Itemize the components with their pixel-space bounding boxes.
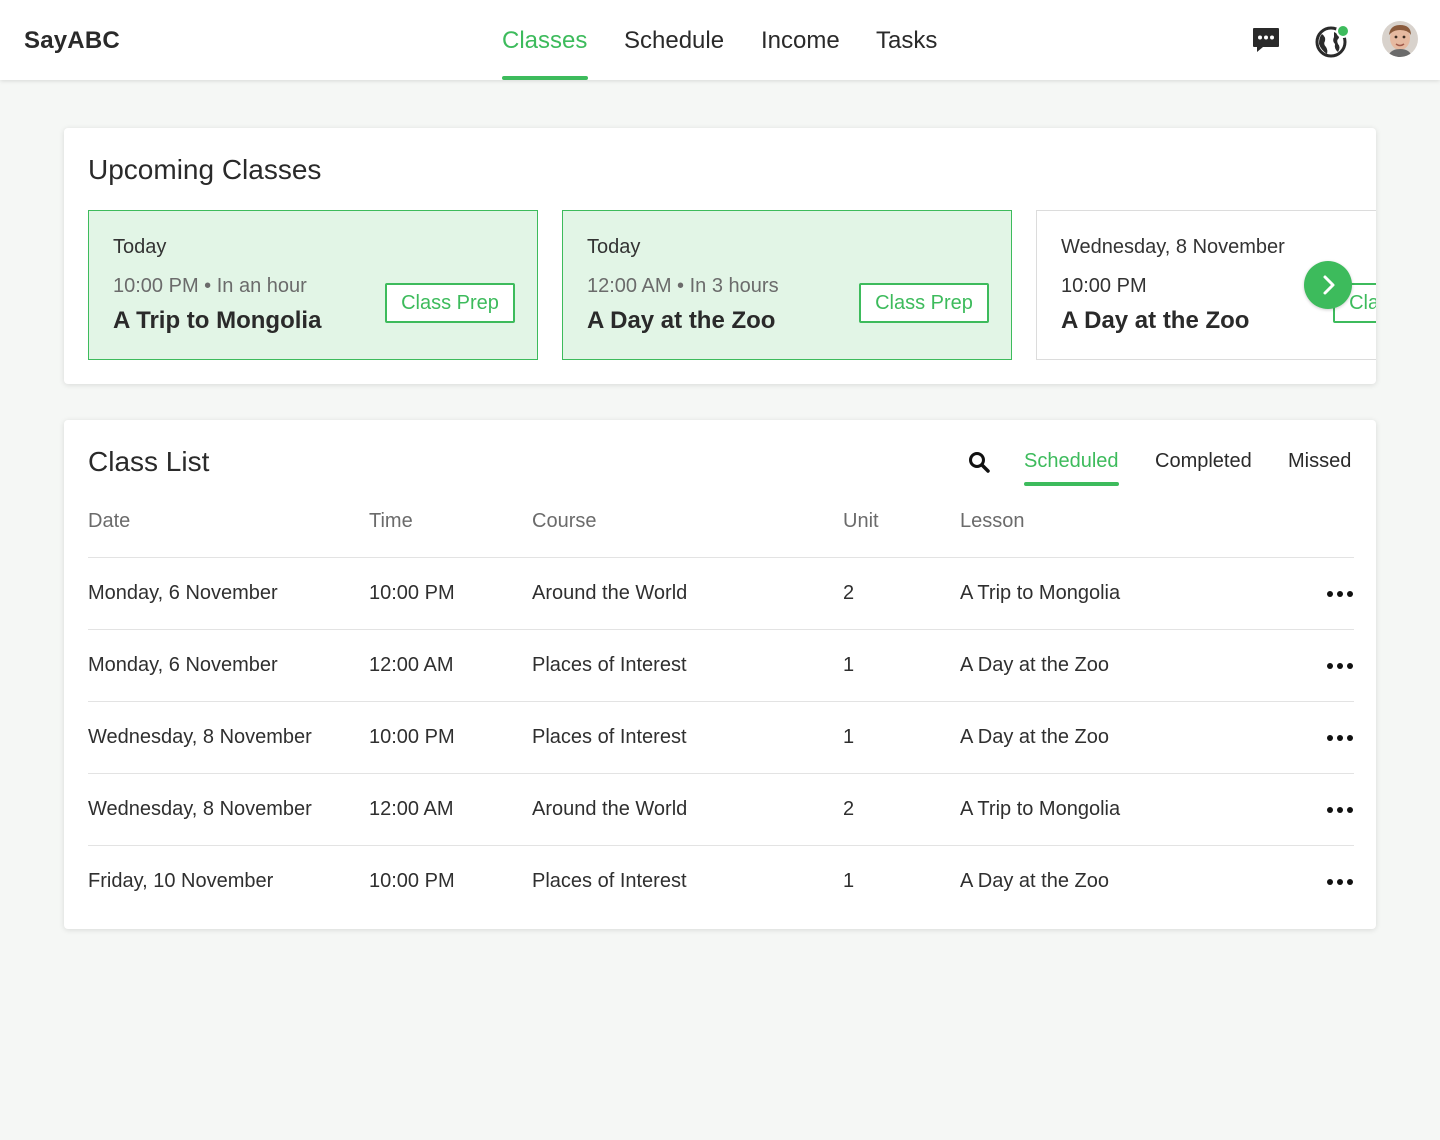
row-course: Places of Interest (532, 870, 687, 892)
row-time: 10:00 PM (369, 582, 455, 604)
row-course: Places of Interest (532, 654, 687, 676)
nav-tasks[interactable]: Tasks (876, 27, 937, 55)
row-time: 12:00 AM (369, 798, 454, 820)
table-row: Monday, 6 November 12:00 AM Places of In… (88, 630, 1354, 702)
row-date: Friday, 10 November (88, 870, 274, 892)
class-time: 10:00 PM • In an hour (113, 275, 307, 297)
upcoming-classes-title: Upcoming Classes (88, 154, 322, 185)
column-header-time: Time (369, 510, 413, 532)
table-row: Friday, 10 November 10:00 PM Places of I… (88, 846, 1354, 918)
row-date: Wednesday, 8 November (88, 726, 312, 748)
table-row: Wednesday, 8 November 10:00 PM Places of… (88, 702, 1354, 774)
class-day: Today (113, 236, 167, 258)
tab-missed[interactable]: Missed (1288, 450, 1351, 473)
upcoming-class-card[interactable]: Today 12:00 AM • In 3 hours A Day at the… (562, 210, 1012, 360)
nav-income[interactable]: Income (761, 27, 840, 55)
class-list-title: Class List (88, 446, 210, 477)
row-unit: 2 (843, 798, 855, 820)
row-lesson: A Trip to Mongolia (960, 798, 1121, 820)
more-options-icon[interactable] (1326, 728, 1354, 748)
tab-scheduled[interactable]: Scheduled (1024, 450, 1119, 473)
table-row: Wednesday, 8 November 12:00 AM Around th… (88, 774, 1354, 846)
row-course: Around the World (532, 582, 688, 604)
row-lesson: A Day at the Zoo (960, 870, 1109, 892)
row-time: 10:00 PM (369, 870, 455, 892)
more-options-icon[interactable] (1326, 872, 1354, 892)
row-date: Monday, 6 November (88, 654, 278, 676)
class-time: 12:00 AM • In 3 hours (587, 275, 779, 297)
top-navigation-bar: SayABC Classes Schedule Income Tasks (0, 0, 1440, 80)
nav-classes[interactable]: Classes (502, 27, 587, 55)
upcoming-class-card[interactable]: Today 10:00 PM • In an hour A Trip to Mo… (88, 210, 538, 360)
nav-active-indicator (502, 76, 588, 80)
row-unit: 1 (843, 726, 855, 748)
class-time: 10:00 PM (1061, 275, 1147, 297)
nav-schedule[interactable]: Schedule (624, 27, 724, 55)
row-date: Monday, 6 November (88, 582, 278, 604)
column-header-course: Course (532, 510, 597, 532)
class-prep-button[interactable]: Class Prep (859, 283, 989, 323)
class-day: Today (587, 236, 641, 258)
class-lesson: A Trip to Mongolia (113, 307, 322, 334)
table-row: Monday, 6 November 10:00 PM Around the W… (88, 558, 1354, 630)
more-options-icon[interactable] (1326, 800, 1354, 820)
more-options-icon[interactable] (1326, 656, 1354, 676)
avatar[interactable] (1382, 21, 1418, 57)
globe-icon[interactable] (1314, 23, 1350, 59)
row-lesson: A Trip to Mongolia (960, 582, 1121, 604)
upcoming-classes-card: Upcoming Classes Today 10:00 PM • In an … (64, 128, 1376, 384)
row-course: Places of Interest (532, 726, 687, 748)
row-time: 12:00 AM (369, 654, 454, 676)
row-lesson: A Day at the Zoo (960, 726, 1109, 748)
row-unit: 2 (843, 582, 855, 604)
class-lesson: A Day at the Zoo (587, 307, 776, 334)
carousel-next-button[interactable] (1304, 261, 1352, 309)
row-unit: 1 (843, 870, 855, 892)
tab-active-indicator (1024, 482, 1119, 486)
chat-icon[interactable] (1251, 25, 1281, 55)
row-unit: 1 (843, 654, 855, 676)
search-icon[interactable] (967, 450, 991, 474)
row-date: Wednesday, 8 November (88, 798, 312, 820)
main-nav: Classes Schedule Income Tasks (0, 0, 1440, 80)
column-header-date: Date (88, 510, 131, 532)
class-prep-button[interactable]: Class Prep (385, 283, 515, 323)
row-course: Around the World (532, 798, 688, 820)
column-header-unit: Unit (843, 510, 879, 532)
class-lesson: A Day at the Zoo (1061, 307, 1250, 334)
chevron-right-icon (1323, 275, 1335, 295)
more-options-icon[interactable] (1326, 584, 1354, 604)
tab-completed[interactable]: Completed (1155, 450, 1252, 473)
column-header-lesson: Lesson (960, 510, 1025, 532)
class-list-card: Class List Scheduled Completed Missed Da… (64, 420, 1376, 929)
class-day: Wednesday, 8 November (1061, 236, 1285, 258)
row-lesson: A Day at the Zoo (960, 654, 1109, 676)
row-time: 10:00 PM (369, 726, 455, 748)
